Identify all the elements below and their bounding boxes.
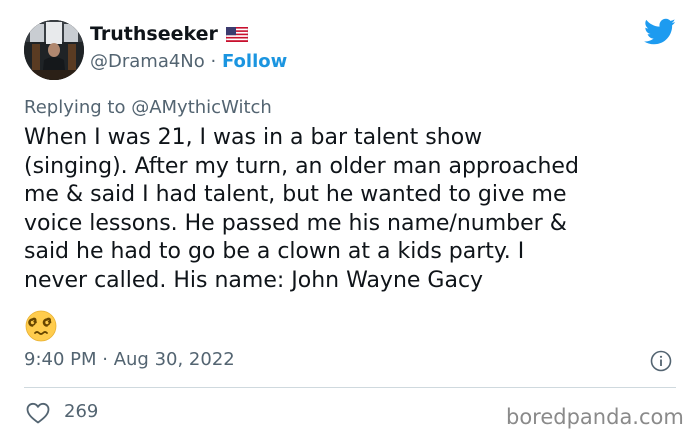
tweet-timestamp[interactable]: 9:40 PM · Aug 30, 2022 <box>24 348 235 372</box>
author-handle[interactable]: @Drama4No <box>90 51 205 72</box>
heart-icon[interactable] <box>26 402 50 424</box>
us-flag-icon <box>225 24 249 48</box>
reply-context: Replying to @AMythicWitch <box>24 96 272 120</box>
handle-separator: · <box>204 51 222 72</box>
author-handle-line: @Drama4No · Follow <box>90 50 287 74</box>
reply-target-link[interactable]: @AMythicWitch <box>131 97 272 118</box>
avatar[interactable] <box>24 20 84 80</box>
tweet-text-line: (singing). After my turn, an older man a… <box>24 153 579 179</box>
like-count: 269 <box>64 401 99 422</box>
info-icon[interactable] <box>650 350 672 372</box>
tweet-text-line: me & said I had talent, but he wanted to… <box>24 182 567 207</box>
author-display-name[interactable]: Truthseeker <box>90 23 218 45</box>
tweet-text-line: When I was 21, I was in a bar talent sho… <box>24 125 483 150</box>
timestamp-separator: · <box>96 349 114 370</box>
tweet-time[interactable]: 9:40 PM <box>24 349 97 370</box>
avatar-image <box>24 20 84 80</box>
tweet-date[interactable]: Aug 30, 2022 <box>114 349 235 370</box>
author-name[interactable]: Truthseeker <box>90 22 249 48</box>
tweet-text: When I was 21, I was in a bar talent sho… <box>24 124 684 295</box>
tweet-text-line: never called. His name: John Wayne Gacy <box>24 267 484 293</box>
tweet-card: Truthseeker @Drama4No · Follow Replying … <box>0 0 700 441</box>
tweet-text-line: voice lessons. He passed me his name/num… <box>24 210 567 236</box>
watermark: boredpanda.com <box>506 405 684 429</box>
twitter-bird-icon[interactable] <box>644 18 676 46</box>
tweet-text-line: said he had to go be a clown at a kids p… <box>24 239 525 264</box>
follow-button[interactable]: Follow <box>222 51 287 72</box>
divider <box>24 387 676 388</box>
dizzy-face-emoji <box>25 310 57 342</box>
reply-prefix: Replying to <box>24 97 132 118</box>
